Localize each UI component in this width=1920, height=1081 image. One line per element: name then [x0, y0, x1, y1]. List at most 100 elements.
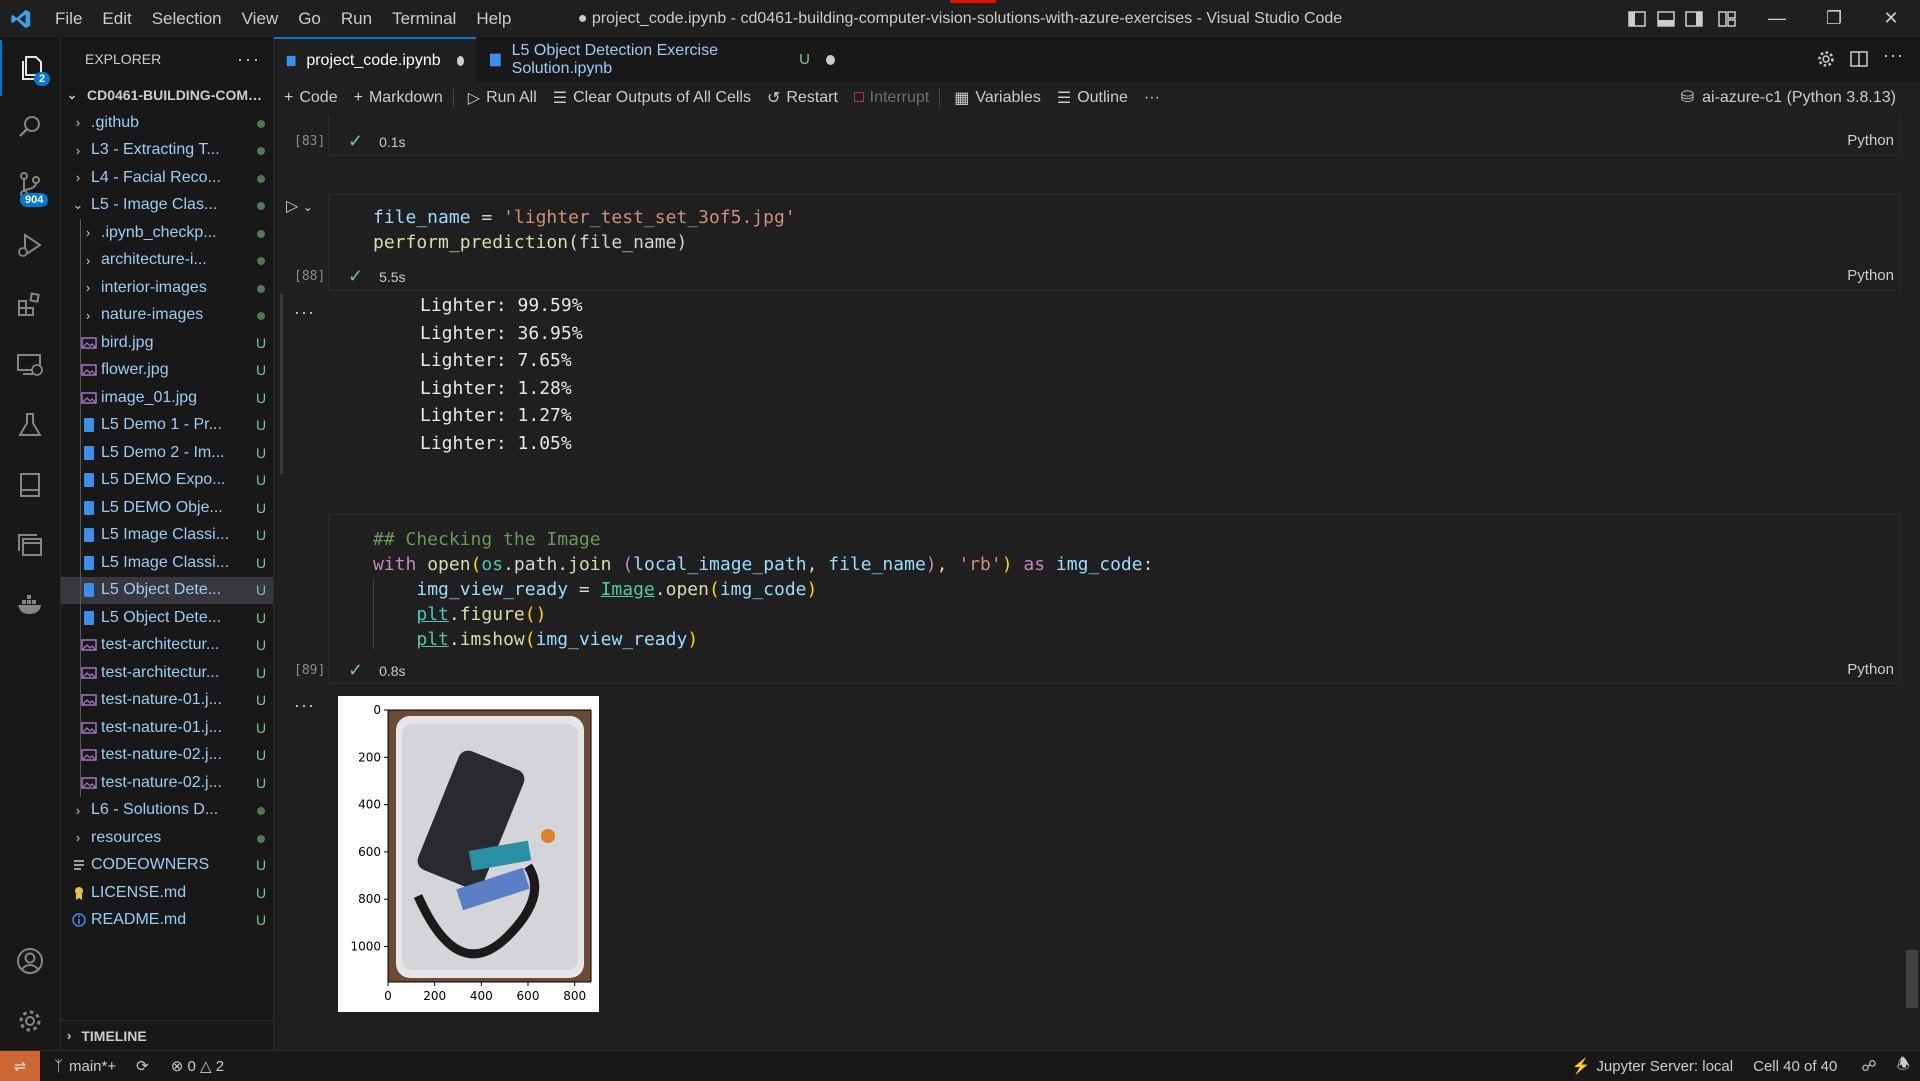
file-item[interactable]: bird.jpg U [61, 329, 273, 357]
folder-item[interactable]: › resources [61, 824, 273, 852]
folder-item[interactable]: › L6 - Solutions D... [61, 797, 273, 825]
clear-outputs-button[interactable]: ☰ Clear Outputs of All Cells [553, 88, 751, 108]
testing-activity[interactable] [0, 397, 60, 453]
notifications-button[interactable]: 🕭 [1897, 1054, 1910, 1079]
menu-edit[interactable]: Edit [92, 0, 141, 37]
file-item[interactable]: L5 Object Dete... U [61, 604, 273, 632]
folder-item[interactable]: › L4 - Facial Reco... [61, 164, 273, 192]
file-item[interactable]: LICENSE.md U [61, 879, 273, 907]
menu-go[interactable]: Go [288, 0, 331, 37]
add-code-cell-button[interactable]: + Code [284, 89, 338, 107]
file-item[interactable]: L5 DEMO Expo... U [61, 466, 273, 494]
kernel-picker[interactable]: ⛁ ai-azure-c1 (Python 3.8.13) [1681, 82, 1896, 114]
manage-activity[interactable] [0, 993, 60, 1049]
settings-gear-icon[interactable] [1816, 49, 1836, 69]
timeline-section[interactable]: › TIMELINE [61, 1020, 273, 1050]
code-line: plt.figure() [416, 604, 547, 625]
file-item[interactable]: L5 Demo 2 - Im... U [61, 439, 273, 467]
file-item[interactable]: CODEOWNERS U [61, 852, 273, 880]
panels-activity[interactable] [0, 517, 60, 573]
editor-more-actions[interactable]: ··· [1883, 45, 1904, 66]
cell-language[interactable]: Python [1847, 267, 1894, 284]
toggle-secondary-sidebar-icon[interactable] [1684, 9, 1704, 29]
output-more-button[interactable]: ··· [294, 695, 315, 716]
jupyter-activity[interactable] [0, 457, 60, 513]
run-cell-button[interactable]: ▷ ⌄ [286, 196, 313, 216]
menu-view[interactable]: View [232, 0, 289, 37]
outline-button[interactable]: ☰ Outline [1057, 88, 1128, 108]
split-editor-icon[interactable] [1849, 49, 1869, 69]
folder-item[interactable]: › architecture-i... [61, 246, 273, 274]
activity-bar: 2 904 [0, 37, 61, 1050]
code-cell[interactable]: file_name = 'lighter_test_set_3of5.jpg' … [328, 194, 1900, 291]
problems-indicator[interactable]: ⊗ 0 △ 2 [171, 1057, 224, 1076]
run-all-button[interactable]: ▷ Run All [468, 88, 537, 108]
run-debug-activity[interactable] [0, 217, 60, 273]
menu-run[interactable]: Run [331, 0, 382, 37]
remote-indicator[interactable]: ⇌ [0, 1051, 40, 1081]
interrupt-button[interactable]: □ Interrupt [854, 89, 929, 107]
explorer-more-button[interactable]: ··· [237, 49, 261, 70]
toolbar-more-button[interactable]: ··· [1144, 89, 1160, 107]
toggle-primary-sidebar-icon[interactable] [1627, 9, 1647, 29]
file-item[interactable]: L5 DEMO Obje... U [61, 494, 273, 522]
folder-item[interactable]: › .github [61, 109, 273, 137]
file-item[interactable]: README.md U [61, 907, 273, 935]
menu-file[interactable]: File [45, 0, 92, 37]
folder-item[interactable]: › .ipynb_checkp... [61, 219, 273, 247]
code-cell[interactable] [328, 114, 1900, 156]
folder-item[interactable]: › nature-images [61, 301, 273, 329]
add-markdown-cell-button[interactable]: + Markdown [354, 89, 443, 107]
project-root[interactable]: ⌄ CD0461-BUILDING-COMP... [61, 81, 273, 109]
folder-item[interactable]: › L3 - Extracting T... [61, 137, 273, 165]
folder-item[interactable]: › interior-images [61, 274, 273, 302]
close-window-button[interactable]: ✕ [1868, 0, 1914, 37]
search-activity[interactable] [0, 99, 60, 155]
feedback-button[interactable]: ☍ [1861, 1057, 1876, 1075]
notebook-file-icon [489, 53, 501, 66]
tree-indent-guide [80, 411, 81, 439]
file-item[interactable]: L5 Demo 1 - Pr... U [61, 411, 273, 439]
restart-button[interactable]: ↺ Restart [767, 88, 838, 108]
file-item[interactable]: L5 Object Dete... U [61, 576, 273, 604]
file-item[interactable]: test-nature-01.j... U [61, 714, 273, 742]
file-item[interactable]: image_01.jpg U [61, 384, 273, 412]
sync-button[interactable]: ⟳ [136, 1057, 149, 1075]
git-status-dot-icon [249, 280, 273, 296]
cell-language[interactable]: Python [1847, 132, 1894, 149]
file-item[interactable]: test-nature-01.j... U [61, 686, 273, 714]
docker-activity[interactable] [0, 577, 60, 633]
jupyter-server-indicator[interactable]: ⚡ Jupyter Server: local [1572, 1057, 1733, 1076]
tab-project-code[interactable]: project_code.ipynb [274, 37, 476, 82]
cell-position-indicator[interactable]: Cell 40 of 40 [1753, 1058, 1837, 1075]
folder-item[interactable]: ⌄ L5 - Image Clas... [61, 192, 273, 220]
remote-explorer-activity[interactable] [0, 337, 60, 393]
tree-item-label: image_01.jpg [101, 388, 198, 406]
variables-button[interactable]: ▦ Variables [954, 88, 1041, 108]
explorer-activity[interactable]: 2 [0, 40, 62, 96]
file-item[interactable]: test-nature-02.j... U [61, 769, 273, 797]
file-item[interactable]: test-nature-02.j... U [61, 741, 273, 769]
file-item[interactable]: L5 Image Classi... U [61, 521, 273, 549]
toggle-panel-icon[interactable] [1656, 9, 1676, 29]
output-more-button[interactable]: ··· [294, 302, 315, 323]
tab-object-detection-solution[interactable]: L5 Object Detection Exercise Solution.ip… [477, 37, 847, 82]
menu-selection[interactable]: Selection [142, 0, 232, 37]
accounts-activity[interactable] [0, 933, 60, 989]
code-cell[interactable]: ## Checking the Image with open(os.path.… [328, 514, 1900, 684]
scrollbar-thumb[interactable] [1906, 950, 1918, 1008]
file-item[interactable]: test-architectur... U [61, 659, 273, 687]
modified-dot-icon[interactable] [825, 54, 835, 65]
extensions-activity[interactable] [0, 277, 60, 333]
file-item[interactable]: L5 Image Classi... U [61, 549, 273, 577]
run-debug-icon [18, 233, 42, 257]
customize-layout-icon[interactable] [1717, 9, 1737, 29]
minimize-button[interactable]: — [1754, 0, 1800, 37]
branch-indicator[interactable]: ᛉ main*+ [54, 1058, 116, 1075]
cell-language[interactable]: Python [1847, 661, 1894, 678]
file-item[interactable]: flower.jpg U [61, 356, 273, 384]
source-control-activity[interactable]: 904 [0, 157, 60, 213]
file-item[interactable]: test-architectur... U [61, 631, 273, 659]
restore-button[interactable]: ❐ [1811, 0, 1857, 37]
modified-dot-icon[interactable] [456, 55, 464, 66]
